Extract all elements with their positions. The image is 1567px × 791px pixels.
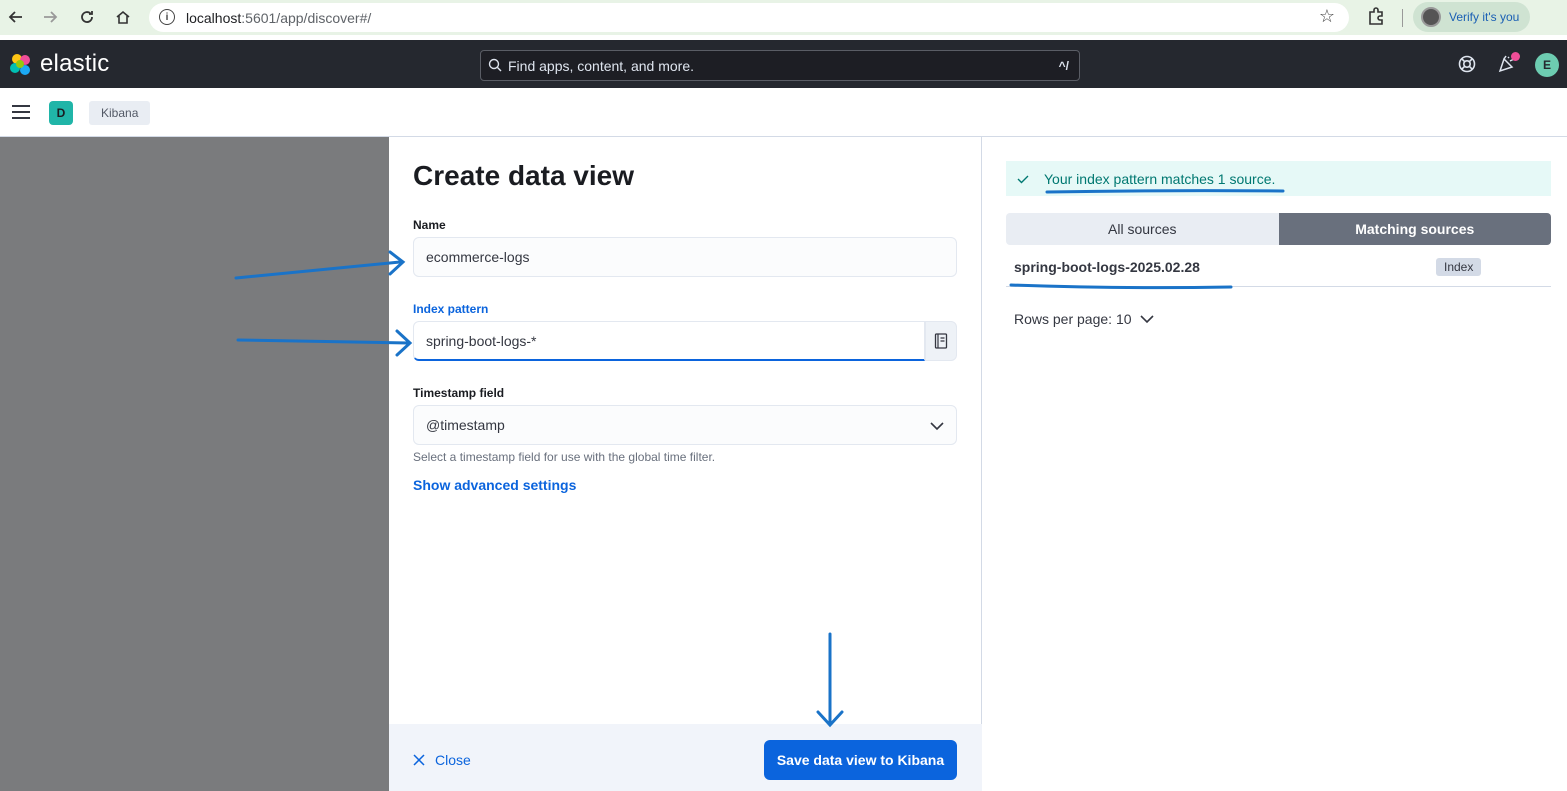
close-button[interactable]: Close bbox=[413, 752, 471, 768]
timestamp-value: @timestamp bbox=[426, 417, 505, 433]
elastic-logo-icon[interactable] bbox=[8, 52, 34, 78]
help-icon[interactable] bbox=[1457, 54, 1477, 74]
create-data-view-flyout: Create data view Name ecommerce-logs Ind… bbox=[389, 137, 1567, 791]
space-avatar[interactable]: D bbox=[49, 101, 73, 125]
reload-icon[interactable] bbox=[75, 5, 99, 29]
url-text: localhost:5601/app/discover#/ bbox=[186, 10, 371, 26]
notebook-icon bbox=[934, 333, 948, 349]
source-name: spring-boot-logs-2025.02.28 bbox=[1014, 259, 1200, 275]
tab-matching-sources[interactable]: Matching sources bbox=[1278, 213, 1551, 245]
home-icon[interactable] bbox=[111, 5, 135, 29]
bookmark-star-icon[interactable]: ☆ bbox=[1319, 6, 1335, 27]
close-icon bbox=[413, 754, 425, 766]
rows-per-page-label: Rows per page: 10 bbox=[1014, 311, 1132, 327]
global-search-input[interactable]: Find apps, content, and more. ^/ bbox=[480, 50, 1080, 81]
rows-per-page-button[interactable]: Rows per page: 10 bbox=[1014, 311, 1154, 327]
news-notification-dot bbox=[1511, 52, 1520, 61]
source-type-badge: Index bbox=[1436, 258, 1482, 276]
search-shortcut: ^/ bbox=[1058, 59, 1069, 73]
flyout-footer: Close Save data view to Kibana bbox=[389, 724, 982, 791]
name-input[interactable]: ecommerce-logs bbox=[413, 237, 957, 277]
sources-toggle: All sources Matching sources bbox=[1006, 213, 1551, 245]
chevron-down-icon bbox=[1139, 315, 1154, 324]
sources-panel: Your index pattern matches 1 source. All… bbox=[982, 137, 1567, 791]
browser-toolbar: i localhost:5601/app/discover#/ ☆ Verify… bbox=[0, 0, 1567, 35]
kibana-header: elastic Find apps, content, and more. ^/ bbox=[0, 40, 1567, 88]
back-icon[interactable] bbox=[4, 5, 28, 29]
url-host: localhost bbox=[186, 10, 242, 26]
index-pattern-label: Index pattern bbox=[413, 302, 489, 316]
extensions-icon[interactable] bbox=[1366, 6, 1386, 26]
sub-header: D Kibana bbox=[0, 88, 1567, 137]
callout-text: Your index pattern matches 1 source. bbox=[1044, 170, 1276, 187]
show-advanced-settings-link[interactable]: Show advanced settings bbox=[413, 477, 576, 493]
site-info-icon[interactable]: i bbox=[159, 9, 175, 25]
search-icon bbox=[488, 58, 502, 72]
check-icon bbox=[1017, 175, 1029, 183]
toolbar-divider bbox=[1402, 9, 1403, 27]
breadcrumb[interactable]: Kibana bbox=[89, 101, 151, 125]
data-view-form: Create data view Name ecommerce-logs Ind… bbox=[389, 137, 982, 791]
profile-label: Verify it's you bbox=[1449, 10, 1520, 24]
user-avatar[interactable]: E bbox=[1535, 53, 1559, 77]
menu-icon[interactable] bbox=[12, 105, 30, 119]
search-placeholder: Find apps, content, and more. bbox=[508, 58, 694, 74]
address-bar[interactable]: i localhost:5601/app/discover#/ ☆ bbox=[149, 3, 1349, 32]
timestamp-help-text: Select a timestamp field for use with th… bbox=[413, 450, 716, 464]
table-row: spring-boot-logs-2025.02.28 Index bbox=[1006, 247, 1551, 287]
flyout-title: Create data view bbox=[413, 160, 634, 191]
tab-all-sources[interactable]: All sources bbox=[1006, 213, 1279, 245]
elastic-logo-text: elastic bbox=[40, 50, 110, 77]
flyout-overlay-mask[interactable] bbox=[0, 137, 389, 791]
save-data-view-button[interactable]: Save data view to Kibana bbox=[764, 740, 957, 780]
forward-icon[interactable] bbox=[38, 5, 62, 29]
profile-button[interactable]: Verify it's you bbox=[1413, 2, 1530, 32]
close-label: Close bbox=[435, 752, 471, 768]
timestamp-label: Timestamp field bbox=[413, 386, 505, 400]
url-path: :5601/app/discover#/ bbox=[241, 10, 372, 26]
chevron-down-icon bbox=[930, 422, 944, 431]
match-callout: Your index pattern matches 1 source. bbox=[1006, 161, 1551, 196]
index-pattern-input[interactable]: spring-boot-logs-* bbox=[413, 321, 925, 361]
name-label: Name bbox=[413, 218, 446, 232]
character-requirements-button[interactable] bbox=[925, 321, 957, 361]
profile-avatar bbox=[1421, 7, 1441, 27]
timestamp-select[interactable]: @timestamp bbox=[413, 405, 957, 445]
